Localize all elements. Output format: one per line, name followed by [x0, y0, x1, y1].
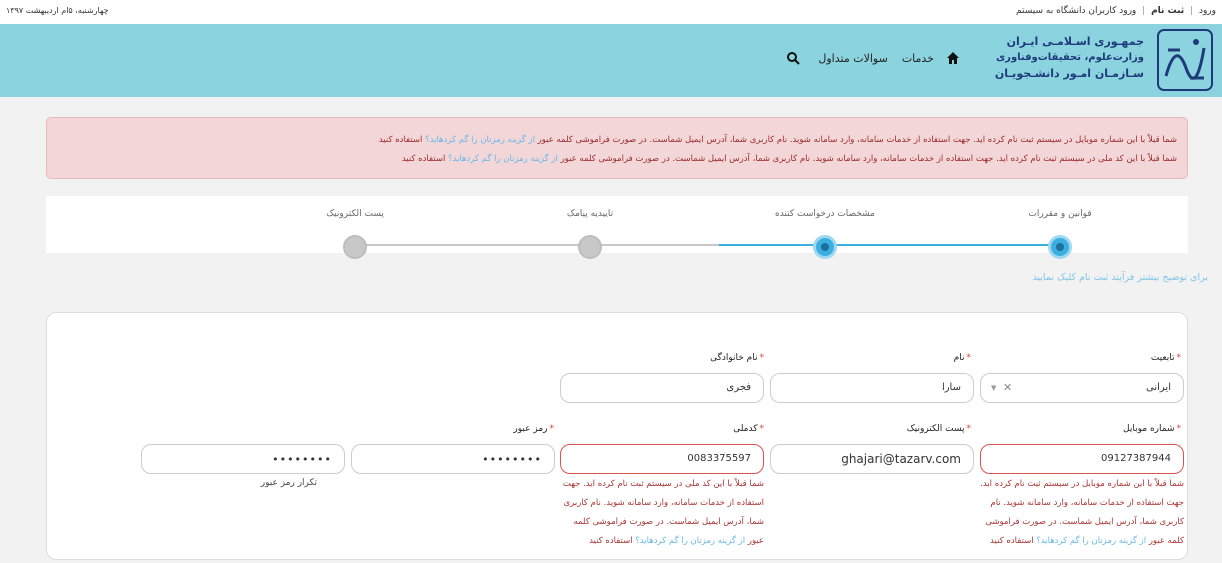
- nationality-select[interactable]: ایرانی ✕ ▼: [980, 373, 1184, 403]
- required-mark: *: [1176, 424, 1182, 434]
- alert-text: شما قبلاً با این کد ملی در سیستم ثبت نام…: [557, 154, 1177, 164]
- step-dot-sms: [578, 235, 602, 259]
- step-label-applicant: مشخصات درخواست کننده: [774, 209, 876, 219]
- required-mark: *: [966, 353, 972, 363]
- forgot-password-link[interactable]: از گزینه رمزتان را گم کردهاید؟: [448, 154, 558, 164]
- first-name-label: *نام: [954, 353, 971, 363]
- error-text-end: استفاده کنید: [990, 536, 1037, 546]
- clear-icon[interactable]: ✕: [1003, 381, 1012, 394]
- email-label: *پست الکترونیک: [907, 424, 971, 434]
- mobile-label: *شماره موبایل: [1123, 424, 1181, 434]
- register-link[interactable]: ثبت نام: [1151, 6, 1184, 16]
- alert-text-end: استفاده کنید: [378, 135, 426, 145]
- separator: |: [1190, 6, 1194, 16]
- alert-line-mobile: شما قبلاً با این شماره موبایل در سیستم ث…: [57, 131, 1177, 150]
- main-nav: خدمات سوالات متداول: [786, 51, 960, 65]
- password-repeat-label: تکرار رمز عبور: [260, 478, 317, 488]
- nationality-label: *تابعیت: [1151, 353, 1181, 363]
- label-text: نام خانوادگی: [710, 353, 758, 363]
- required-mark: *: [549, 424, 555, 434]
- required-mark: *: [966, 424, 972, 434]
- label-text: پست الکترونیک: [906, 424, 965, 434]
- step-label-email: پست الکترونیک: [326, 209, 384, 219]
- mobile-error: شما قبلاً با این شماره موبایل در سیستم ث…: [980, 475, 1184, 551]
- last-name-value: فجری: [726, 382, 751, 393]
- password-input[interactable]: ••••••••: [351, 444, 555, 474]
- national-code-input[interactable]: 0083375597: [560, 444, 764, 474]
- search-icon[interactable]: [786, 51, 801, 65]
- password-value: ••••••••: [482, 453, 542, 466]
- email-input[interactable]: ghajari@tazarv.com: [770, 444, 974, 474]
- nav-faq[interactable]: سوالات متداول: [818, 52, 887, 65]
- last-name-label: *نام خانوادگی: [710, 353, 764, 363]
- nav-services[interactable]: خدمات: [902, 52, 934, 65]
- label-text: شماره موبایل: [1123, 424, 1175, 434]
- forgot-password-link[interactable]: از گزینه رمزتان را گم کردهاید؟: [425, 135, 535, 145]
- email-value: ghajari@tazarv.com: [841, 452, 961, 466]
- forgot-password-link[interactable]: از گزینه رمزتان را گم کردهاید؟: [635, 536, 745, 546]
- mobile-value: 09127387944: [1101, 453, 1171, 464]
- step-dot-email: [343, 235, 367, 259]
- national-code-error: شما قبلاً با این کد ملی در سیستم ثبت نام…: [560, 475, 764, 551]
- required-mark: *: [759, 353, 765, 363]
- password-label: *رمز عبور: [513, 424, 554, 434]
- dropdown-arrow-icon[interactable]: ▼: [991, 384, 996, 392]
- national-code-label: *کدملی: [733, 424, 764, 434]
- step-label-sms: تاییدیه پیامک: [566, 209, 614, 219]
- label-text: تابعیت: [1150, 353, 1175, 363]
- university-login-link[interactable]: ورود کاربران دانشگاه به سیستم: [1016, 6, 1136, 16]
- alert-line-national-code: شما قبلاً با این کد ملی در سیستم ثبت نام…: [57, 150, 1177, 169]
- step-label-rules: قوانین و مقررات: [1028, 209, 1092, 219]
- first-name-input[interactable]: سارا: [770, 373, 974, 403]
- organization-name: جمهـوری اسـلامـی ایـران وزارت‌علوم، تحقی…: [995, 34, 1144, 82]
- org-line-1: جمهـوری اسـلامـی ایـران: [1006, 35, 1144, 48]
- org-line-2: وزارت‌علوم، تحقیقات‌و‌فناوری: [996, 52, 1144, 63]
- duplicate-registration-alert: شما قبلاً با این شماره موبایل در سیستم ث…: [46, 117, 1188, 179]
- separator: |: [1142, 6, 1146, 16]
- step-dot-applicant[interactable]: [813, 235, 837, 259]
- required-mark: *: [759, 424, 765, 434]
- label-text: نام: [953, 353, 965, 363]
- step-connector-active: [719, 244, 827, 246]
- label-text: رمز عبور: [513, 424, 548, 434]
- alert-text: شما قبلاً با این شماره موبایل در سیستم ث…: [534, 135, 1177, 145]
- national-code-value: 0083375597: [687, 453, 751, 464]
- password-repeat-input[interactable]: ••••••••: [141, 444, 345, 474]
- label-text: کدملی: [733, 424, 758, 434]
- last-name-input[interactable]: فجری: [560, 373, 764, 403]
- forgot-password-link[interactable]: از گزینه رمزتان را گم کردهاید؟: [1036, 536, 1146, 546]
- date-text: چهارشنبه، ۵ام اردیبهشت ۱۳۹۷: [6, 6, 109, 15]
- org-line-3: سـازمـان امـور دانشـجویـان: [994, 67, 1144, 80]
- organization-logo[interactable]: [1156, 28, 1214, 92]
- alert-text-end: استفاده کنید: [401, 154, 449, 164]
- mobile-input[interactable]: 09127387944: [980, 444, 1184, 474]
- top-links: ورود | ثبت نام | ورود کاربران دانشگاه به…: [1013, 6, 1216, 16]
- login-link[interactable]: ورود: [1199, 6, 1216, 16]
- password-repeat-value: ••••••••: [272, 453, 332, 466]
- step-dot-rules[interactable]: [1048, 235, 1072, 259]
- site-header: جمهـوری اسـلامـی ایـران وزارت‌علوم، تحقی…: [0, 24, 1222, 97]
- nationality-value: ایرانی: [1146, 382, 1171, 393]
- error-text-end: استفاده کنید: [589, 536, 636, 546]
- process-help-link[interactable]: برای توضیح بیشتر فرآیند ثبت نام کلیک نما…: [1032, 272, 1208, 283]
- home-icon[interactable]: [946, 51, 960, 65]
- first-name-value: سارا: [941, 382, 961, 393]
- required-mark: *: [1176, 353, 1182, 363]
- step-connector-active: [825, 244, 1062, 246]
- step-connector: [355, 244, 592, 246]
- top-bar: ورود | ثبت نام | ورود کاربران دانشگاه به…: [0, 0, 1222, 24]
